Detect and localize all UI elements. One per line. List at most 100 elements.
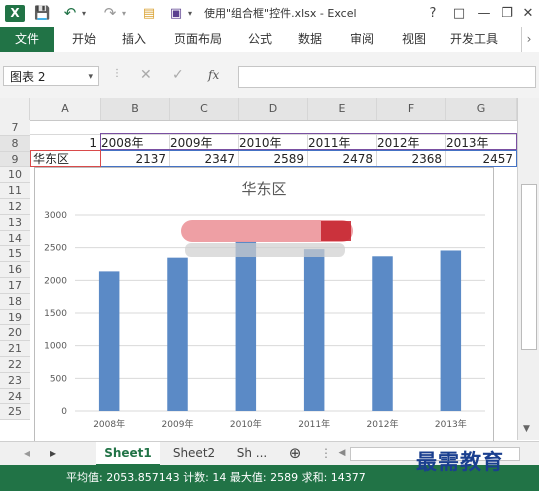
ribbon-display-icon[interactable]: □ <box>452 5 466 22</box>
undo-dropdown-icon[interactable]: ▾ <box>80 5 88 22</box>
scroll-thumb[interactable] <box>521 184 537 350</box>
values-range-highlight <box>100 150 517 167</box>
insert-function-icon[interactable]: fx <box>208 68 219 82</box>
bar-2008年[interactable] <box>98 271 120 411</box>
open-folder-icon[interactable]: ▤ <box>140 5 158 22</box>
row-header-15[interactable]: 15 <box>0 246 30 263</box>
close-button[interactable]: ✕ <box>521 5 535 22</box>
formula-input[interactable] <box>238 66 536 88</box>
save-icon[interactable]: 💾 <box>34 5 50 22</box>
y-tick-label: 2500 <box>44 244 67 254</box>
name-box-value: 图表 2 <box>10 70 46 84</box>
row-header-20[interactable]: 20 <box>0 325 30 342</box>
x-tick-label: 2012年 <box>367 418 399 430</box>
cancel-icon[interactable]: ✕ <box>140 67 152 83</box>
row-header-16[interactable]: 16 <box>0 262 30 278</box>
scroll-left-icon[interactable]: ◀ <box>336 442 348 464</box>
row-header-10[interactable]: 10 <box>0 167 30 184</box>
chevron-down-icon[interactable]: ▾ <box>88 67 93 87</box>
bar-2013年[interactable] <box>440 250 462 411</box>
column-headers: A B C D E F G <box>0 98 517 121</box>
tab-review[interactable]: 审阅 <box>350 27 374 52</box>
column-header-b[interactable]: B <box>101 98 170 120</box>
add-sheet-button[interactable]: ⊕ <box>284 442 306 464</box>
row-header-23[interactable]: 23 <box>0 372 30 389</box>
y-tick-label: 2000 <box>44 276 67 286</box>
ribbon-tabs: 文件 开始 插入 页面布局 公式 数据 审阅 视图 开发工具 › <box>0 27 539 53</box>
row-header-13[interactable]: 13 <box>0 214 30 231</box>
tab-sheet1[interactable]: Sheet1 <box>96 442 160 466</box>
column-header-g[interactable]: G <box>446 98 517 120</box>
tab-insert[interactable]: 插入 <box>122 27 146 52</box>
bar-2009年[interactable] <box>167 257 188 411</box>
row-header-14[interactable]: 14 <box>0 230 30 247</box>
chart-title[interactable]: 华东区 <box>241 180 286 198</box>
row-header-9[interactable]: 9 <box>0 151 30 168</box>
row-header-21[interactable]: 21 <box>0 341 30 357</box>
watermark-text: 最需教育 <box>416 449 504 474</box>
y-tick-label: 1500 <box>44 309 67 319</box>
ribbon-scroll-icon[interactable]: › <box>521 27 536 52</box>
chart-area[interactable]: 华东区 0 500 1000 1500 2000 2500 3000 2008年 2009年 2… <box>34 167 494 444</box>
row-header-8[interactable]: 8 <box>0 135 30 152</box>
tab-sheet3[interactable]: Sh ... <box>228 442 276 464</box>
row-header-24[interactable]: 24 <box>0 388 30 405</box>
y-tick-label: 500 <box>50 374 67 384</box>
formula-bar: 图表 2 ▾ ⋮ ✕ ✓ fx <box>0 52 539 99</box>
name-box[interactable]: 图表 2 ▾ <box>3 66 99 86</box>
restore-button[interactable]: ❐ <box>500 5 514 22</box>
x-tick-label: 2013年 <box>435 418 467 430</box>
bar-2012年[interactable] <box>372 256 393 411</box>
vertical-scrollbar[interactable]: ▲ ▼ <box>517 98 539 440</box>
tab-formulas[interactable]: 公式 <box>248 27 272 52</box>
help-button[interactable]: ? <box>426 5 440 22</box>
row-header-22[interactable]: 22 <box>0 357 30 373</box>
row-header-18[interactable]: 18 <box>0 293 30 310</box>
save-as-icon[interactable]: ▣ <box>168 5 184 22</box>
column-header-e[interactable]: E <box>308 98 377 120</box>
x-tick-label: 2009年 <box>162 418 194 430</box>
bar-2011年[interactable] <box>303 249 325 411</box>
more-options-icon[interactable]: ⋮ <box>112 68 122 79</box>
redaction-blur <box>181 220 353 257</box>
redo-icon[interactable]: ↷ <box>102 5 118 22</box>
row-header-25[interactable]: 25 <box>0 404 30 421</box>
bar-chart: 华东区 0 500 1000 1500 2000 2500 3000 2008年 2009年 2… <box>44 180 485 430</box>
select-all-corner[interactable] <box>0 98 30 120</box>
tab-page-layout[interactable]: 页面布局 <box>174 27 222 52</box>
bar-2010年[interactable] <box>235 241 257 411</box>
row-header-11[interactable]: 11 <box>0 183 30 199</box>
tab-home[interactable]: 开始 <box>72 27 96 52</box>
x-tick-label: 2010年 <box>230 418 262 430</box>
row-header-19[interactable]: 19 <box>0 309 30 326</box>
title-bar: X 💾 ↶ ▾ ↷ ▾ ▤ ▣ ▾ 使用"组合框"控件.xlsx - Excel… <box>0 0 539 28</box>
category-range-highlight <box>100 133 517 150</box>
tab-view[interactable]: 视图 <box>402 27 426 52</box>
column-header-a[interactable]: A <box>30 98 101 120</box>
tab-data[interactable]: 数据 <box>298 27 322 52</box>
customize-qat-icon[interactable]: ▾ <box>186 5 194 22</box>
redo-dropdown-icon[interactable]: ▾ <box>120 5 128 22</box>
window-title: 使用"组合框"控件.xlsx - Excel <box>204 7 357 20</box>
tab-sheet2[interactable]: Sheet2 <box>162 442 226 464</box>
tab-file[interactable]: 文件 <box>0 27 54 52</box>
column-header-f[interactable]: F <box>377 98 446 120</box>
row-header-12[interactable]: 12 <box>0 199 30 215</box>
more-sheets-icon[interactable]: ⋮ <box>320 442 332 464</box>
column-header-c[interactable]: C <box>170 98 239 120</box>
undo-icon[interactable]: ↶ <box>62 5 78 22</box>
excel-app-icon[interactable]: X <box>5 5 25 22</box>
cell-a8[interactable]: 1 <box>30 135 101 151</box>
row-header-17[interactable]: 17 <box>0 278 30 294</box>
scroll-down-icon[interactable]: ▼ <box>523 424 530 434</box>
minimize-button[interactable]: — <box>477 5 491 22</box>
row-header-7[interactable]: 7 <box>0 120 30 136</box>
prev-sheet-icon[interactable]: ◂ <box>20 442 34 464</box>
x-tick-label: 2011年 <box>298 418 330 430</box>
y-tick-label: 1000 <box>44 342 67 352</box>
column-header-d[interactable]: D <box>239 98 308 120</box>
enter-icon[interactable]: ✓ <box>172 67 184 83</box>
x-tick-label: 2008年 <box>93 418 125 430</box>
next-sheet-icon[interactable]: ▸ <box>46 442 60 464</box>
tab-developer[interactable]: 开发工具 <box>450 27 498 52</box>
